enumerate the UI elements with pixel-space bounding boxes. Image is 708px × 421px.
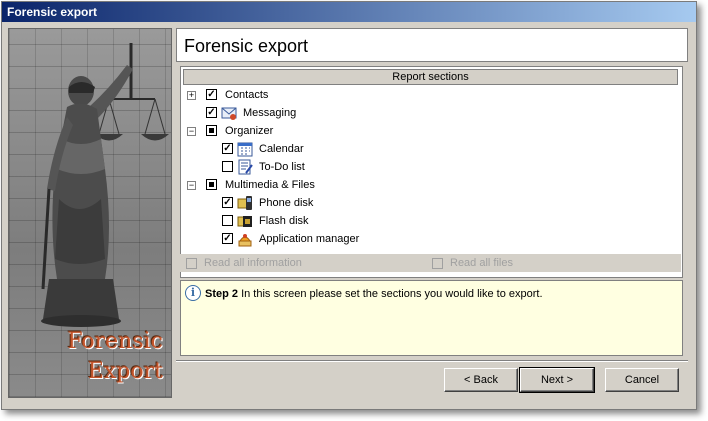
button-separator — [176, 360, 688, 362]
collapse-minus-icon[interactable]: − — [187, 127, 196, 136]
tree-item-contacts[interactable]: + ✓ Contacts — [181, 86, 671, 104]
messaging-label: Messaging — [243, 107, 297, 119]
step-number: Step 2 — [205, 288, 239, 300]
read-all-info-label: Read all information — [204, 257, 302, 269]
tree-item-flash-disk[interactable]: Flash disk — [181, 212, 671, 230]
multimedia-label: Multimedia & Files — [225, 179, 315, 191]
tree-item-messaging[interactable]: ✓ Messaging — [181, 104, 671, 122]
report-sections-panel: Report sections + ✓ Contacts ✓ Messaging… — [180, 66, 683, 278]
expand-plus-icon[interactable]: + — [187, 91, 196, 100]
application-manager-label: Application manager — [259, 233, 360, 245]
todo-label: To-Do list — [259, 161, 305, 173]
todo-icon — [238, 159, 253, 175]
info-icon: i — [185, 285, 201, 301]
flash-disk-checkbox[interactable] — [222, 215, 233, 226]
tree-item-todo[interactable]: To-Do list — [181, 158, 671, 176]
flash-disk-label: Flash disk — [259, 215, 309, 227]
tree-item-application-manager[interactable]: ✓ Application manager — [181, 230, 671, 248]
messaging-checkbox[interactable]: ✓ — [206, 107, 217, 118]
tree-item-phone-disk[interactable]: ✓ Phone disk — [181, 194, 671, 212]
tree-item-organizer[interactable]: − Organizer — [181, 122, 671, 140]
report-sections-header[interactable]: Report sections — [183, 69, 678, 85]
calendar-icon — [237, 142, 253, 157]
forensic-export-window: Forensic export Forensic Export Forensic… — [1, 1, 697, 410]
organizer-checkbox[interactable] — [206, 125, 217, 136]
brand-text-forensic: Forensic — [67, 329, 163, 354]
flash-disk-icon — [237, 216, 252, 227]
phone-disk-checkbox[interactable]: ✓ — [222, 197, 233, 208]
read-all-files-label: Read all files — [450, 257, 513, 269]
sidebar-banner: Forensic Export — [8, 28, 172, 398]
collapse-minus-icon[interactable]: − — [187, 181, 196, 190]
back-button[interactable]: < Back — [444, 368, 518, 392]
brand-text-export: Export — [87, 359, 163, 384]
phone-disk-label: Phone disk — [259, 197, 314, 209]
calendar-label: Calendar — [259, 143, 304, 155]
multimedia-checkbox[interactable] — [206, 179, 217, 190]
messaging-icon — [221, 107, 237, 120]
tree-item-calendar[interactable]: ✓ Calendar — [181, 140, 671, 158]
page-title: Forensic export — [176, 28, 688, 62]
cancel-button[interactable]: Cancel — [605, 368, 679, 392]
step-description: In this screen please set the sections y… — [238, 288, 543, 300]
step-info-box: i Step 2 In this screen please set the s… — [180, 280, 683, 356]
application-manager-icon — [238, 234, 252, 247]
application-manager-checkbox[interactable]: ✓ — [222, 233, 233, 244]
phone-disk-icon — [237, 196, 252, 210]
next-button[interactable]: Next > — [519, 367, 595, 393]
tree-item-multimedia[interactable]: − Multimedia & Files — [181, 176, 671, 194]
organizer-label: Organizer — [225, 125, 274, 137]
read-options-bar: Read all information Read all files — [180, 254, 681, 272]
window-title: Forensic export — [2, 2, 696, 22]
read-all-files-checkbox[interactable] — [432, 258, 443, 269]
step-info-text: Step 2 In this screen please set the sec… — [205, 288, 543, 300]
contacts-label: Contacts — [225, 89, 269, 101]
contacts-checkbox[interactable]: ✓ — [206, 89, 217, 100]
todo-checkbox[interactable] — [222, 161, 233, 172]
calendar-checkbox[interactable]: ✓ — [222, 143, 233, 154]
read-all-info-checkbox[interactable] — [186, 258, 197, 269]
wizard-main-area: Forensic export Report sections + ✓ Cont… — [176, 28, 690, 396]
